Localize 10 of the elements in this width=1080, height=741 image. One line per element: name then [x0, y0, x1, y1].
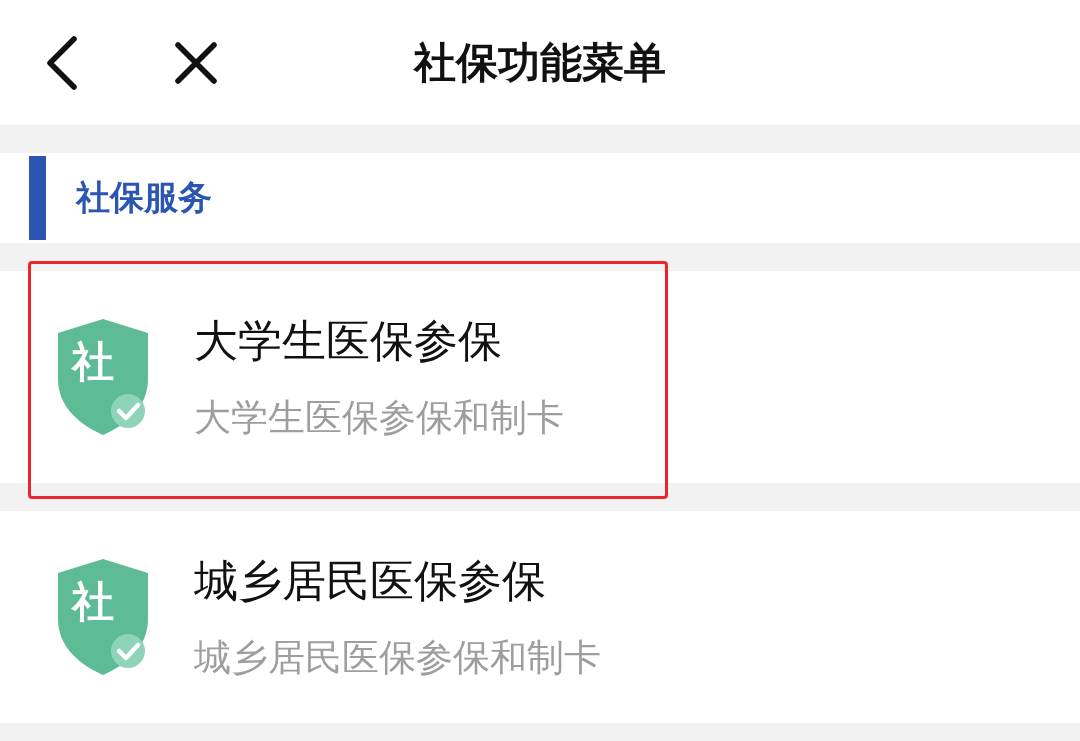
item-title: 城乡居民医保参保 [194, 553, 547, 608]
section-title: 社保服务 [76, 176, 212, 219]
item-subtitle: 城乡居民医保参保和制卡 [194, 634, 601, 681]
menu-item[interactable]: 社 城乡居民医保参保 城乡居民医保参保和制卡 [0, 511, 1080, 723]
item-subtitle: 大学生医保参保和制卡 [194, 394, 564, 441]
page-title: 社保功能菜单 [414, 36, 666, 89]
close-icon[interactable] [174, 40, 218, 85]
menu-item[interactable]: 社 大学生医保参保 大学生医保参保和制卡 [0, 271, 1080, 483]
back-icon[interactable] [44, 35, 80, 90]
item-title: 大学生医保参保 [194, 313, 503, 368]
